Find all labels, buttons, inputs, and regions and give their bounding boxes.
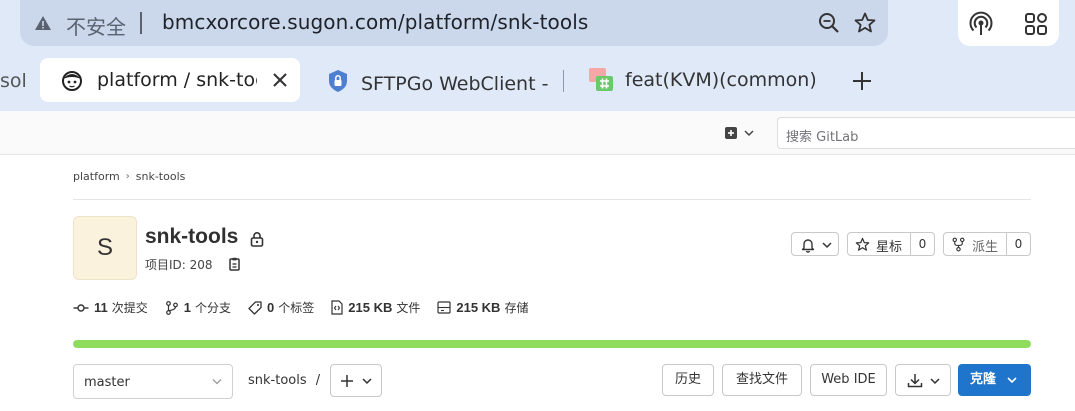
new-tab-icon[interactable] <box>850 69 874 93</box>
stat-tags[interactable]: 0 个标签 <box>248 299 314 316</box>
stat-storage: 215 KB 存储 <box>437 299 528 316</box>
stat-files[interactable]: 215 KB 文件 <box>331 299 420 316</box>
star-button[interactable]: 星标 0 <box>847 232 935 256</box>
project-stats: 11 次提交 1 个分支 0 个标签 215 KB 文件 215 KB 存储 <box>73 299 545 316</box>
stat-label: 次提交 <box>111 301 148 315</box>
download-button[interactable] <box>895 364 951 396</box>
tab-sftpgo[interactable]: SFTPGo WebClient - 文件 <box>310 60 565 100</box>
stat-count: 11 <box>94 300 108 315</box>
branch-selector[interactable]: master <box>73 364 233 399</box>
add-to-tree-button[interactable] <box>330 364 382 397</box>
storage-icon <box>437 301 451 314</box>
close-icon[interactable] <box>270 70 290 90</box>
bell-icon <box>801 239 815 253</box>
divider <box>73 199 1031 200</box>
web-ide-button[interactable]: Web IDE <box>810 364 887 396</box>
history-button[interactable]: 历史 <box>662 364 714 396</box>
stat-label: 个分支 <box>195 301 232 315</box>
tab-divider <box>563 70 564 92</box>
tab-label: platform / snk-tools <box>97 69 257 91</box>
star-label: 星标 <box>876 240 903 255</box>
tab-label: SFTPGo WebClient - 文件 <box>361 73 551 95</box>
copy-icon[interactable] <box>228 257 242 272</box>
divider <box>140 12 142 34</box>
stat-commits[interactable]: 11 次提交 <box>73 299 148 316</box>
branch-icon <box>165 300 178 315</box>
fork-button[interactable]: 派生 0 <box>943 232 1031 256</box>
tag-icon <box>248 300 262 315</box>
stat-label: 存储 <box>504 301 529 315</box>
project-id: 项目ID: 208 <box>145 258 213 272</box>
notification-button[interactable] <box>791 232 839 256</box>
repo-path-name[interactable]: snk-tools <box>248 373 307 388</box>
star-count[interactable]: 0 <box>910 233 934 255</box>
security-label[interactable]: 不安全 <box>66 11 126 40</box>
merge-request-icon <box>589 68 613 91</box>
bookmark-star-icon[interactable] <box>853 11 877 35</box>
commit-icon <box>73 303 89 312</box>
gitlab-tab-icon <box>62 71 82 91</box>
broadcast-icon[interactable] <box>968 11 994 37</box>
zoom-icon[interactable] <box>818 12 840 34</box>
project-title: snk-tools <box>145 225 239 248</box>
branch-name: master <box>84 375 130 390</box>
breadcrumb: platform › snk-tools <box>73 170 185 183</box>
stat-count: 215 KB <box>456 300 501 315</box>
breadcrumb-snk-tools[interactable]: snk-tools <box>136 170 186 183</box>
chevron-right-icon: › <box>125 171 130 182</box>
fork-label: 派生 <box>972 240 999 255</box>
repo-path: snk-tools / <box>248 373 320 388</box>
download-icon <box>907 374 923 388</box>
chevron-down-icon <box>362 378 372 385</box>
project-avatar: S <box>73 216 137 280</box>
fork-count[interactable]: 0 <box>1006 233 1030 255</box>
file-icon <box>331 300 343 315</box>
breadcrumb-platform[interactable]: platform <box>73 170 120 183</box>
find-file-button[interactable]: 查找文件 <box>722 364 802 396</box>
chevron-down-icon <box>822 242 832 249</box>
tab-snk-tools[interactable]: platform / snk-tools <box>40 58 300 102</box>
star-icon <box>855 237 870 251</box>
stat-count: 215 KB <box>348 300 393 315</box>
url-text[interactable]: bmcxorcore.sugon.com/platform/snk-tools <box>162 10 588 34</box>
search-input[interactable]: 搜索 GitLab <box>777 117 1075 149</box>
repository-language-bar[interactable] <box>73 340 1031 348</box>
create-new-icon[interactable] <box>723 125 759 143</box>
stat-label: 文件 <box>396 301 421 315</box>
stat-count: 0 <box>267 300 275 315</box>
plus-icon <box>341 375 353 387</box>
fork-icon <box>952 237 965 252</box>
tab-partial[interactable]: sol <box>0 70 27 92</box>
stat-branches[interactable]: 1 个分支 <box>165 299 231 316</box>
browser-chrome: 不安全 bmcxorcore.sugon.com/platform/snk-to… <box>0 0 1075 111</box>
chevron-down-icon <box>930 378 940 385</box>
stat-label: 个标签 <box>278 301 315 315</box>
language-bar-fill <box>73 340 1031 348</box>
clone-label: 克隆 <box>970 372 997 387</box>
path-separator: / <box>315 373 321 388</box>
lock-icon <box>250 232 264 247</box>
clone-button[interactable]: 克隆 <box>958 364 1031 396</box>
tab-label: feat(KVM)(common): add <box>625 69 815 91</box>
gitlab-header: 搜索 GitLab <box>0 111 1075 155</box>
chevron-down-icon <box>212 379 222 385</box>
apps-grid-icon[interactable] <box>1024 12 1048 36</box>
warning-icon[interactable] <box>34 15 52 31</box>
shield-icon <box>329 70 347 92</box>
chevron-down-icon <box>1007 377 1017 384</box>
stat-count: 1 <box>183 300 191 315</box>
tab-feat-kvm[interactable]: feat(KVM)(common): add <box>575 60 830 100</box>
